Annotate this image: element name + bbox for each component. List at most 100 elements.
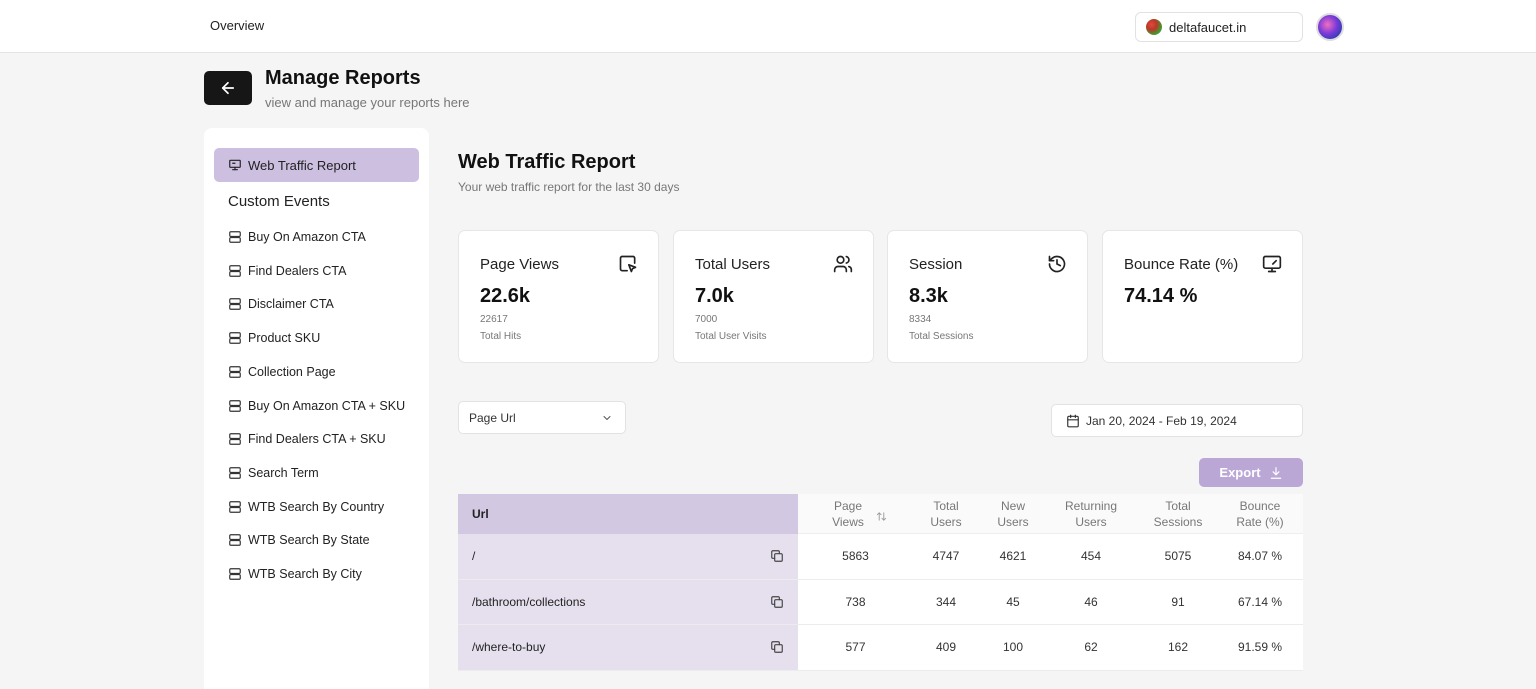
dimension-select[interactable]: Page Url <box>458 401 626 434</box>
stat-card-bounce-rate: Bounce Rate (%) 74.14 % <box>1102 230 1303 363</box>
cell-returning-users: 454 <box>1080 549 1102 564</box>
sidebar-item-label: Disclaimer CTA <box>248 297 334 311</box>
nav-overview-link[interactable]: Overview <box>210 18 264 33</box>
cursor-click-icon <box>618 254 638 279</box>
cell-total-users: 4747 <box>932 549 960 564</box>
stat-card-value: 8.3k <box>909 285 948 307</box>
export-button[interactable]: Export <box>1199 458 1303 487</box>
column-header-page-views[interactable]: Page Views <box>818 494 878 534</box>
copy-icon[interactable] <box>770 549 784 568</box>
database-icon <box>229 332 241 344</box>
sidebar-item-search-term[interactable]: Search Term <box>228 464 319 482</box>
cell-total-users: 409 <box>935 640 957 655</box>
column-header-new-users[interactable]: New Users <box>983 494 1043 534</box>
back-button[interactable] <box>204 71 252 105</box>
stat-card-raw-value: 22617 <box>480 314 508 325</box>
cell-new-users: 100 <box>1002 640 1024 655</box>
site-selector[interactable]: deltafaucet.in <box>1135 12 1303 42</box>
copy-icon[interactable] <box>770 640 784 659</box>
stat-card-total-users: Total Users 7.0k 7000 Total User Visits <box>673 230 874 363</box>
stat-card-caption: Total Hits <box>480 331 522 342</box>
report-subtitle: Your web traffic report for the last 30 … <box>458 180 680 194</box>
sidebar-item-wtb-search-by-country[interactable]: WTB Search By Country <box>228 498 384 516</box>
sidebar-item-label: Search Term <box>248 466 319 480</box>
calendar-icon <box>1067 414 1079 427</box>
database-icon <box>229 501 241 513</box>
database-icon <box>229 231 241 243</box>
sidebar-item-find-dealers-cta[interactable]: Find Dealers CTA <box>228 262 346 280</box>
cell-returning-users: 62 <box>1084 640 1098 655</box>
stat-card-page-views: Page Views 22.6k 22617 Total Hits <box>458 230 659 363</box>
cell-page-views: 577 <box>845 640 866 655</box>
sidebar-item-label: Collection Page <box>248 365 336 379</box>
report-title: Web Traffic Report <box>458 151 636 173</box>
sidebar-item-label: WTB Search By City <box>248 567 362 581</box>
stat-card-raw-value: 7000 <box>695 314 718 325</box>
database-icon <box>229 433 241 445</box>
sidebar-section-heading: Custom Events <box>228 193 330 210</box>
copy-icon[interactable] <box>770 595 784 614</box>
cell-total-users: 344 <box>935 594 957 609</box>
sidebar-item-label: Buy On Amazon CTA <box>248 230 366 244</box>
sort-icon[interactable] <box>876 509 887 527</box>
users-icon <box>833 254 853 279</box>
stat-card-value: 74.14 % <box>1124 285 1198 307</box>
table-row: / 5863 4747 4621 454 5075 84.07 % <box>458 534 1303 580</box>
sidebar-item-label: Web Traffic Report <box>248 157 356 173</box>
sidebar-item-disclaimer-cta[interactable]: Disclaimer CTA <box>228 295 334 313</box>
date-range-picker[interactable]: Jan 20, 2024 - Feb 19, 2024 <box>1051 404 1303 437</box>
cell-bounce-rate: 91.59 % <box>1237 640 1283 655</box>
table-row: /where-to-buy 577 409 100 62 162 91.59 % <box>458 625 1303 671</box>
stat-card-raw-value: 8334 <box>909 314 932 325</box>
sidebar-item-label: Find Dealers CTA <box>248 264 347 278</box>
reports-sidebar: Web Traffic Report Custom Events Buy On … <box>204 128 429 689</box>
site-name: deltafaucet.in <box>1169 19 1247 35</box>
sidebar-item-wtb-search-by-state[interactable]: WTB Search By State <box>228 531 370 549</box>
history-icon <box>1047 254 1067 279</box>
cell-page-views: 738 <box>845 594 866 609</box>
column-header-total-users[interactable]: Total Users <box>916 494 976 534</box>
column-header-total-sessions[interactable]: Total Sessions <box>1138 494 1218 534</box>
stat-card-value: 7.0k <box>695 285 734 307</box>
column-header-url[interactable]: Url <box>458 494 798 534</box>
download-icon <box>1270 466 1281 479</box>
database-icon <box>229 366 241 378</box>
cell-total-sessions: 91 <box>1171 594 1185 609</box>
header-line-2: Users <box>997 515 1029 529</box>
header-line-2: Users <box>930 515 962 529</box>
presentation-icon <box>229 159 241 171</box>
header-line-1: Page <box>833 499 862 513</box>
sidebar-item-buy-on-amazon-cta-sku[interactable]: Buy On Amazon CTA + SKU <box>228 397 405 415</box>
url-text: /where-to-buy <box>472 640 546 655</box>
cell-page-views: 5863 <box>842 549 869 564</box>
column-header-bounce-rate[interactable]: Bounce Rate (%) <box>1220 494 1300 534</box>
database-icon <box>229 467 241 479</box>
sidebar-item-label: Product SKU <box>248 331 321 345</box>
sidebar-item-product-sku[interactable]: Product SKU <box>228 329 320 347</box>
database-icon <box>229 298 241 310</box>
header-line-2: Sessions <box>1153 515 1203 529</box>
header-line-2: Users <box>1075 515 1107 529</box>
cell-total-sessions: 5075 <box>1164 549 1192 564</box>
cell-bounce-rate: 67.14 % <box>1237 594 1283 609</box>
header-line-1: Bounce <box>1239 499 1281 513</box>
sidebar-item-collection-page[interactable]: Collection Page <box>228 363 336 381</box>
cell-bounce-rate: 84.07 % <box>1237 549 1283 564</box>
cell-url: / <box>458 534 798 579</box>
cell-url: /where-to-buy <box>458 625 798 670</box>
user-avatar[interactable] <box>1316 13 1344 41</box>
sidebar-item-web-traffic-report[interactable]: Web Traffic Report <box>214 148 419 182</box>
arrow-left-icon <box>221 81 235 95</box>
chevron-down-icon <box>601 412 613 427</box>
header-line-1: New <box>1000 499 1025 513</box>
header-line-1: Returning <box>1064 499 1118 513</box>
sidebar-item-find-dealers-cta-sku[interactable]: Find Dealers CTA + SKU <box>228 430 386 448</box>
column-header-returning-users[interactable]: Returning Users <box>1051 494 1131 534</box>
stat-card-title: Bounce Rate (%) <box>1124 256 1239 273</box>
dimension-select-value: Page Url <box>469 410 516 425</box>
table-header: Url Page Views Total Users New Users Return… <box>458 494 1303 534</box>
sidebar-item-wtb-search-by-city[interactable]: WTB Search By City <box>228 565 362 583</box>
url-text: / <box>472 549 476 564</box>
sidebar-item-buy-on-amazon-cta[interactable]: Buy On Amazon CTA <box>228 228 366 246</box>
stat-card-title: Session <box>909 256 963 273</box>
